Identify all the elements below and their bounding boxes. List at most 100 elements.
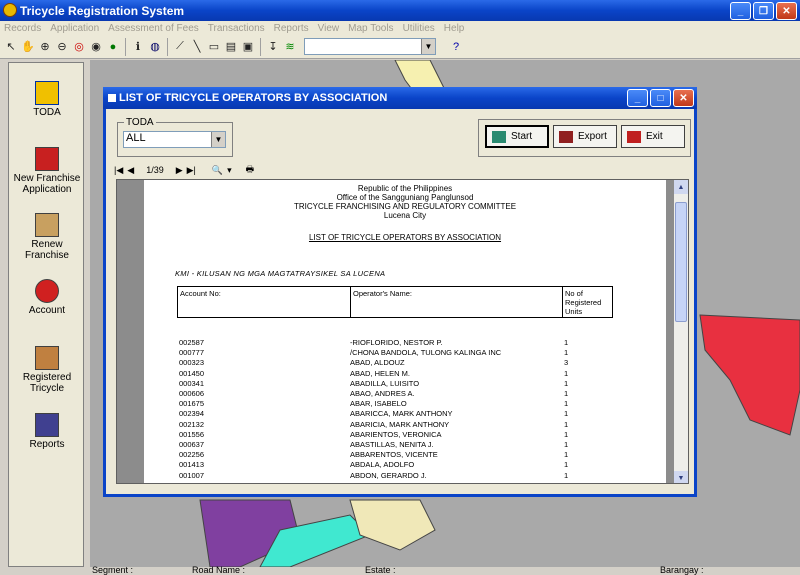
export-label: Export (578, 131, 607, 142)
menu-map-tools[interactable]: Map Tools (348, 23, 393, 34)
globe-icon[interactable]: ● (106, 40, 120, 54)
reports-icon (35, 413, 59, 437)
menu-reports[interactable]: Reports (274, 23, 309, 34)
last-page-icon[interactable]: ▶| (187, 165, 196, 176)
sidebar-item-registered-tricycle[interactable]: Registered Tricycle (9, 346, 85, 394)
scroll-up-icon[interactable]: ▲ (674, 180, 688, 194)
row-operator-name: ABADILLA, LUISITO (350, 378, 420, 388)
toda-select-value: ALL (126, 132, 146, 144)
exit-label: Exit (646, 131, 663, 142)
table-row: 001007 ABDON, GERARDO J. 1 (144, 471, 666, 481)
zoom-in-icon[interactable]: ⊕ (38, 40, 52, 54)
text-tool-icon[interactable]: ↧ (266, 40, 280, 54)
zoom-out-icon[interactable]: ⊖ (55, 40, 69, 54)
first-page-icon[interactable]: |◀ (114, 165, 123, 176)
pan-hand-icon[interactable]: ✋ (21, 40, 35, 54)
row-account-no: 001413 (179, 460, 205, 470)
chevron-down-icon[interactable]: ▼ (421, 39, 435, 54)
row-account-no: 000323 (179, 358, 205, 368)
row-account-no: 000341 (179, 378, 205, 388)
row-units: 1 (564, 399, 569, 409)
pointer-icon[interactable]: ↖ (4, 40, 18, 54)
row-account-no: 000637 (179, 440, 205, 449)
menu-view[interactable]: View (318, 23, 340, 34)
menu-help[interactable]: Help (444, 23, 465, 34)
minimize-button[interactable]: _ (730, 2, 751, 20)
dialog-minimize-button[interactable]: _ (627, 89, 648, 107)
layout-icon[interactable]: ▤ (224, 40, 238, 54)
vertical-scrollbar[interactable]: ▲ ▼ (674, 180, 688, 483)
start-label: Start (511, 131, 533, 142)
app-title: Tricycle Registration System (20, 3, 185, 18)
table-row: 002256 ABBARENTOS, VICENTE 1 (144, 450, 666, 460)
menu-transactions[interactable]: Transactions (208, 23, 265, 34)
exit-button[interactable]: Exit (621, 125, 685, 148)
export-button[interactable]: Export (553, 125, 617, 148)
row-units: 1 (564, 460, 569, 470)
table-row: 001450 ABAD, HELEN M. 1 (144, 369, 666, 379)
row-operator-name: ABAR, ISABELO (350, 399, 407, 409)
prev-page-icon[interactable]: ◀ (127, 165, 134, 176)
zoom-icon[interactable]: 🔍 (212, 165, 223, 176)
menu-bar: Records Application Assessment of Fees T… (0, 21, 800, 35)
close-button[interactable]: ✕ (776, 2, 797, 20)
sidebar-label: Renew Franchise (25, 239, 69, 261)
table-row: 002132 ABARICIA, MARK ANTHONY 1 (144, 420, 666, 430)
dialog-close-button[interactable]: ✕ (673, 89, 694, 107)
status-bar: Segment : Road Name : Estate : Barangay … (0, 565, 800, 575)
report-viewer-toolbar: |◀ ◀ 1/39 ▶ ▶| 🔍 ▾ 🖶 (114, 162, 284, 178)
table-row: 001556 ABARIENTOS, VERONICA 1 (144, 430, 666, 440)
measure-icon[interactable]: ⟋ (173, 40, 187, 54)
row-account-no: 002132 (179, 419, 205, 429)
report-header-4: Lucena City (383, 211, 427, 220)
row-account-no: 001556 (179, 429, 205, 439)
menu-records[interactable]: Records (4, 23, 41, 34)
row-units: 3 (564, 358, 569, 368)
select-box-icon[interactable]: ▭ (207, 40, 221, 54)
menu-assessment[interactable]: Assessment of Fees (108, 23, 199, 34)
sidebar-item-toda[interactable]: TODA (9, 81, 85, 118)
start-button[interactable]: Start (485, 125, 549, 148)
table-row: 002680 ABDON, DANILO A. 1 (144, 481, 666, 483)
chevron-down-icon[interactable]: ▼ (211, 132, 225, 147)
row-account-no: 001007 (179, 470, 205, 480)
row-operator-name: ABARIENTOS, VERONICA (350, 429, 442, 439)
table-row: 002587 -RIOFLORIDO, NESTOR P. 1 (144, 338, 666, 348)
sidebar-item-account[interactable]: Account (9, 279, 85, 316)
row-units: 1 (564, 481, 568, 483)
print-preview-icon[interactable]: ▣ (241, 40, 255, 54)
info-icon[interactable]: ℹ (131, 40, 145, 54)
zoom-dropdown-icon[interactable]: ▾ (227, 165, 232, 176)
sidebar-item-reports[interactable]: Reports (9, 413, 85, 450)
next-page-icon[interactable]: ▶ (176, 165, 183, 176)
line-icon[interactable]: ╲ (190, 40, 204, 54)
restore-button[interactable]: ❐ (753, 2, 774, 20)
dialog-maximize-button[interactable]: □ (650, 89, 671, 107)
layer-combo[interactable]: ▼ (304, 38, 436, 55)
report-viewer[interactable]: Republic of the Philippines Office of th… (116, 179, 689, 484)
table-row: 000606 ABAO, ANDRES A. 1 (144, 389, 666, 399)
help-icon[interactable]: ? (449, 40, 463, 54)
scroll-thumb[interactable] (675, 202, 687, 322)
row-operator-name: ABDON, GERARDO J. (350, 470, 427, 480)
row-account-no: 002394 (179, 409, 205, 419)
center-icon[interactable]: ◉ (89, 40, 103, 54)
action-buttons: Start Export Exit (478, 119, 691, 157)
find-icon[interactable]: ◍ (148, 40, 162, 54)
sidebar-item-new-franchise[interactable]: New Franchise Application (9, 147, 85, 195)
menu-utilities[interactable]: Utilities (403, 23, 435, 34)
row-units: 1 (564, 348, 569, 358)
sidebar-label: Reports (29, 439, 65, 450)
toda-select[interactable]: ALL ▼ (123, 131, 226, 148)
target-icon[interactable]: ◎ (72, 40, 86, 54)
menu-application[interactable]: Application (50, 23, 99, 34)
print-icon[interactable]: 🖶 (246, 162, 255, 178)
table-row: 000323 ABAD, ALDOUZ 3 (144, 358, 666, 368)
sidebar-item-renew[interactable]: Renew Franchise (9, 213, 85, 261)
layers-icon[interactable]: ≋ (283, 40, 297, 54)
sidebar-label: Registered Tricycle (22, 372, 72, 394)
table-row: 000341 ABADILLA, LUISITO 1 (144, 379, 666, 389)
row-operator-name: ABARICIA, MARK ANTHONY (350, 419, 450, 429)
scroll-down-icon[interactable]: ▼ (674, 471, 688, 483)
row-units: 1 (564, 450, 569, 460)
